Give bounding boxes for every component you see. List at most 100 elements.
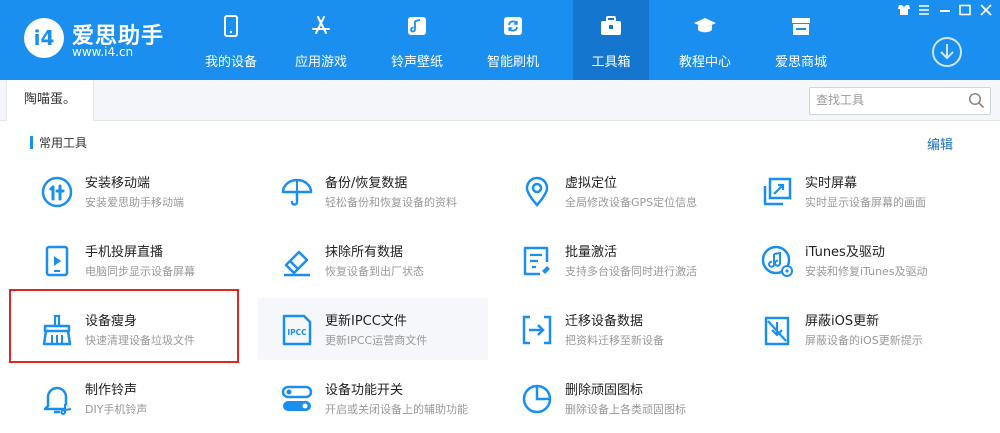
tool-desc: 快速清理设备垃圾文件 [85, 334, 195, 347]
top-header: i4 爱思助手 www.i4.cn 我的设备 应用游戏 铃声壁纸 智能刷机 工具… [0, 0, 1000, 80]
nav-label: 智能刷机 [486, 55, 539, 70]
screen-cast-icon [45, 245, 69, 277]
tab-bar: 陶喵蛋。 [0, 80, 1000, 121]
tool-delete-icons[interactable]: 删除顽固图标 删除设备上各类顽固图标 [490, 367, 720, 429]
tool-name: 实时屏幕 [805, 176, 858, 191]
refresh-icon [504, 17, 522, 35]
tool-name: 备份/恢复数据 [325, 176, 408, 191]
section-header: 常用工具 编辑 [30, 134, 960, 153]
minimize-icon[interactable] [937, 3, 953, 17]
ipcc-file-icon: IPCC [282, 314, 312, 346]
download-icon[interactable] [931, 36, 963, 68]
tool-name: 更新IPCC文件 [325, 314, 407, 329]
tool-desc: 删除设备上各类顽固图标 [565, 403, 686, 416]
tool-virtual-location[interactable]: 虚拟定位 全局修改设备GPS定位信息 [490, 160, 720, 222]
nav-apps-games[interactable]: 应用游戏 [276, 0, 366, 80]
tool-desc: 屏蔽设备的iOS更新提示 [805, 334, 923, 347]
install-mobile-icon [41, 176, 73, 208]
tool-desc: 恢复设备到出厂状态 [325, 265, 424, 278]
tool-backup-restore[interactable]: 备份/恢复数据 轻松备份和恢复设备的资料 [250, 160, 480, 222]
tool-name: 屏蔽iOS更新 [805, 314, 880, 329]
tool-name: 删除顽固图标 [565, 383, 644, 398]
device-tab[interactable]: 陶喵蛋。 [6, 80, 94, 121]
tool-device-slim[interactable]: 设备瘦身 快速清理设备垃圾文件 [10, 298, 240, 360]
tool-desc: 支持多台设备同时进行激活 [565, 265, 697, 278]
tool-name: 制作铃声 [85, 383, 138, 398]
tool-desc: 安装爱思助手移动端 [85, 196, 184, 209]
tool-desc: 全局修改设备GPS定位信息 [565, 196, 698, 209]
toolbox-icon [601, 16, 621, 35]
toggle-icon [281, 385, 313, 411]
tool-name: 抹除所有数据 [325, 245, 404, 260]
nav-label: 工具箱 [591, 55, 631, 70]
tool-live-screen[interactable]: 实时屏幕 实时显示设备屏幕的画面 [730, 160, 960, 222]
tool-feature-toggle[interactable]: 设备功能开关 开启或关闭设备上的辅助功能 [250, 367, 480, 429]
nav-ringtones[interactable]: 铃声壁纸 [372, 0, 462, 80]
tool-itunes-driver[interactable]: iTunes及驱动 安装和修复iTunes及驱动 [730, 229, 960, 291]
nav-label: 铃声壁纸 [390, 55, 443, 70]
tool-migrate-data[interactable]: 迁移设备数据 把资料迁移至新设备 [490, 298, 720, 360]
nav-tutorials[interactable]: 教程中心 [660, 0, 750, 80]
logo-url: www.i4.cn [72, 45, 134, 59]
skin-icon[interactable] [896, 3, 912, 17]
app-logo: i4 爱思助手 www.i4.cn [24, 16, 164, 64]
tool-name: 设备功能开关 [325, 383, 404, 398]
nav-shop[interactable]: 爱思商城 [756, 0, 846, 80]
migrate-icon [522, 315, 552, 345]
nav-toolbox[interactable]: 工具箱 [573, 0, 649, 80]
location-pin-icon [525, 176, 549, 207]
section-accent-bar [30, 136, 33, 149]
eraser-icon [284, 250, 310, 277]
tool-desc: 更新IPCC运营商文件 [325, 334, 428, 347]
itunes-icon [761, 245, 793, 277]
nav-label: 教程中心 [678, 55, 731, 70]
search-input[interactable] [810, 88, 966, 112]
logo-badge: i4 [24, 18, 64, 58]
live-screen-icon [763, 177, 792, 206]
tool-name: 批量激活 [565, 245, 618, 260]
tool-name: 设备瘦身 [85, 314, 138, 329]
tool-install-mobile[interactable]: 安装移动端 安装爱思助手移动端 [10, 160, 240, 222]
music-icon [408, 17, 426, 35]
tool-desc: 电脑同步显示设备屏幕 [85, 265, 195, 278]
tool-name: iTunes及驱动 [805, 245, 885, 260]
maximize-icon[interactable] [957, 3, 973, 17]
graduation-cap-icon [694, 18, 716, 33]
shop-icon [792, 18, 810, 35]
tool-name: 虚拟定位 [565, 176, 618, 191]
tool-desc: DIY手机铃声 [85, 403, 148, 416]
nav-label: 应用游戏 [294, 55, 347, 70]
bell-icon [43, 386, 72, 415]
tool-block-ios-update[interactable]: 屏蔽iOS更新 屏蔽设备的iOS更新提示 [730, 298, 960, 360]
tool-erase-all[interactable]: 抹除所有数据 恢复设备到出厂状态 [250, 229, 480, 291]
tool-desc: 把资料迁移至新设备 [565, 334, 664, 347]
section-title: 常用工具 [39, 136, 88, 150]
tool-update-ipcc[interactable]: IPCC 更新IPCC文件 更新IPCC运营商文件 [258, 298, 488, 360]
tool-desc: 安装和修复iTunes及驱动 [805, 265, 928, 278]
nav-my-device[interactable]: 我的设备 [186, 0, 276, 80]
phone-icon [224, 15, 238, 37]
batch-activate-icon [523, 246, 550, 276]
search-icon[interactable] [968, 92, 985, 109]
nav-label: 我的设备 [204, 55, 257, 70]
tool-make-ringtone[interactable]: 制作铃声 DIY手机铃声 [10, 367, 240, 429]
tool-batch-activate[interactable]: 批量激活 支持多台设备同时进行激活 [490, 229, 720, 291]
app-store-icon [312, 16, 330, 34]
nav-label: 爱思商城 [774, 55, 827, 70]
block-update-icon [764, 316, 790, 346]
menu-icon[interactable] [916, 3, 932, 17]
tool-name: 迁移设备数据 [565, 314, 644, 329]
close-icon[interactable] [978, 3, 994, 17]
search-box [809, 87, 991, 115]
tool-desc: 开启或关闭设备上的辅助功能 [325, 403, 468, 416]
tool-desc: 实时显示设备屏幕的画面 [805, 196, 926, 209]
svg-text:IPCC: IPCC [287, 328, 307, 337]
edit-button[interactable]: 编辑 [927, 134, 953, 153]
tool-name: 安装移动端 [85, 176, 151, 191]
tool-screen-cast[interactable]: 手机投屏直播 电脑同步显示设备屏幕 [10, 229, 240, 291]
pie-icon [522, 384, 552, 414]
umbrella-icon [281, 178, 313, 206]
tool-name: 手机投屏直播 [85, 245, 164, 260]
tool-desc: 轻松备份和恢复设备的资料 [325, 196, 457, 209]
nav-flash[interactable]: 智能刷机 [468, 0, 558, 80]
